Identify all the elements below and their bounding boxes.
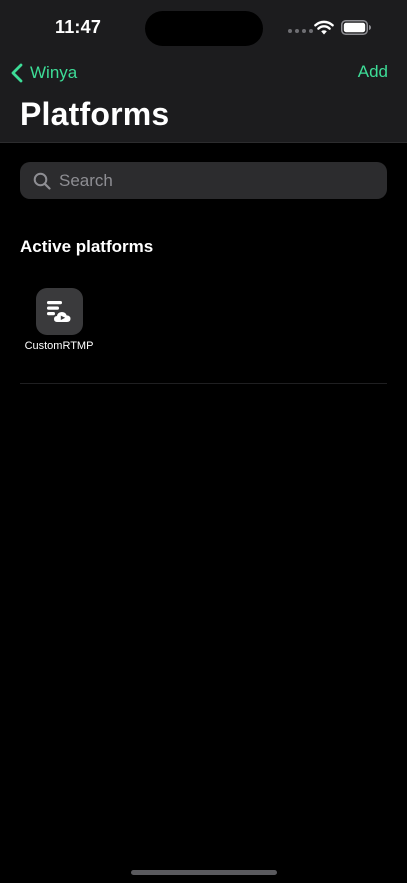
wifi-icon <box>314 20 334 35</box>
platform-tile-customrtmp[interactable]: CustomRTMP <box>20 288 98 352</box>
page-title: Platforms <box>20 96 170 132</box>
section-title: Active platforms <box>20 237 154 256</box>
add-button[interactable]: Add <box>358 62 388 82</box>
platform-icon <box>35 288 83 335</box>
battery-icon <box>341 20 371 35</box>
search-field[interactable] <box>20 162 387 199</box>
section-divider <box>20 383 387 384</box>
status-time: 11:47 <box>55 17 102 37</box>
dynamic-island <box>145 11 263 46</box>
cellular-signal-icon <box>288 29 313 33</box>
search-icon <box>33 172 51 190</box>
search-input[interactable] <box>59 170 359 191</box>
back-label: Winya <box>30 63 78 82</box>
back-button[interactable]: Winya <box>10 60 77 86</box>
header-divider <box>0 142 407 143</box>
chevron-left-icon <box>11 63 23 83</box>
home-indicator[interactable] <box>131 870 277 875</box>
platform-label: CustomRTMP <box>24 340 94 352</box>
server-cloud-icon <box>47 300 71 322</box>
